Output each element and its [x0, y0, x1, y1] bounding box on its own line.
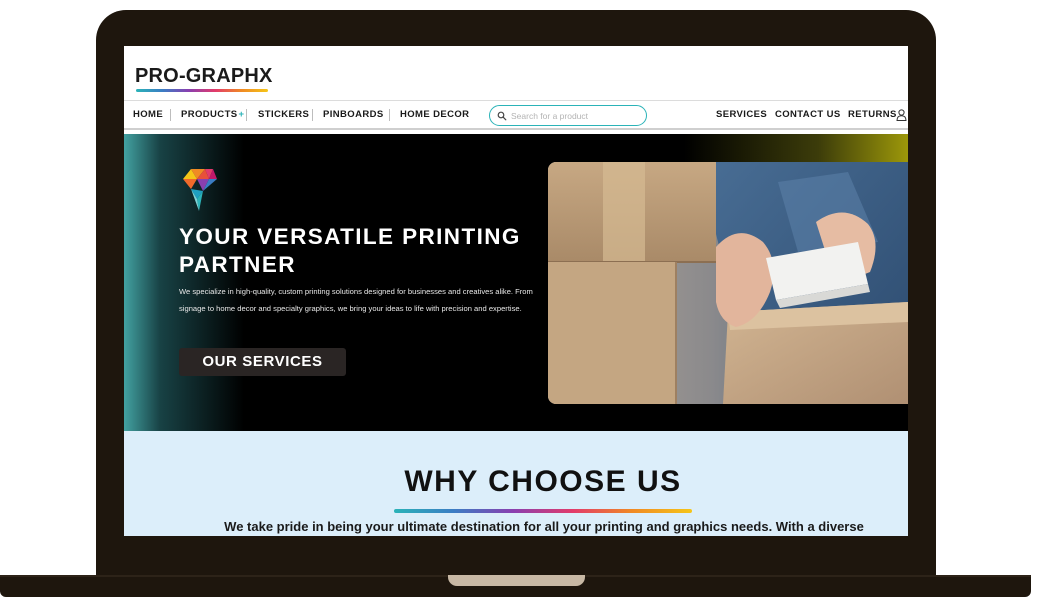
- hero-title: YOUR VERSATILE PRINTING PARTNER: [179, 224, 521, 277]
- why-choose-us-section: WHY CHOOSE US We take pride in being you…: [124, 431, 908, 536]
- nav-divider: [389, 109, 390, 121]
- search-box[interactable]: [489, 105, 647, 126]
- brand-mark-icon: [183, 169, 217, 211]
- search-icon: [497, 111, 507, 121]
- our-services-button[interactable]: OUR SERVICES: [179, 348, 346, 376]
- hero-image: [548, 162, 908, 404]
- nav-products-label: PRODUCTS: [181, 109, 238, 120]
- nav-returns[interactable]: RETURNS: [848, 101, 897, 129]
- laptop-notch: [448, 575, 585, 586]
- main-nav: HOME PRODUCTS+ STICKERS PINBOARDS HOME D…: [124, 100, 908, 130]
- nav-home-decor[interactable]: HOME DECOR: [400, 101, 469, 129]
- logo-underline: [136, 89, 268, 92]
- hero-description: We specialize in high-quality, custom pr…: [179, 287, 533, 313]
- hero-banner: YOUR VERSATILE PRINTING PARTNER We speci…: [124, 134, 908, 431]
- plus-icon: +: [238, 109, 245, 120]
- why-text: We take pride in being your ultimate des…: [224, 519, 864, 534]
- user-icon[interactable]: [896, 109, 907, 121]
- nav-divider: [246, 109, 247, 121]
- nav-stickers[interactable]: STICKERS: [258, 101, 309, 129]
- nav-home[interactable]: HOME: [133, 101, 163, 129]
- nav-services[interactable]: SERVICES: [716, 101, 767, 129]
- nav-pinboards[interactable]: PINBOARDS: [323, 101, 384, 129]
- search-input[interactable]: [511, 108, 641, 123]
- why-underline: [394, 509, 692, 513]
- browser-screen: PRO-GRAPHX HOME PRODUCTS+ STICKERS PINBO…: [124, 46, 908, 536]
- why-title: WHY CHOOSE US: [404, 465, 682, 498]
- site-logo[interactable]: PRO-GRAPHX: [135, 65, 273, 88]
- nav-divider: [312, 109, 313, 121]
- nav-divider: [170, 109, 171, 121]
- nav-products[interactable]: PRODUCTS+: [181, 101, 244, 129]
- nav-contact-us[interactable]: CONTACT US: [775, 101, 841, 129]
